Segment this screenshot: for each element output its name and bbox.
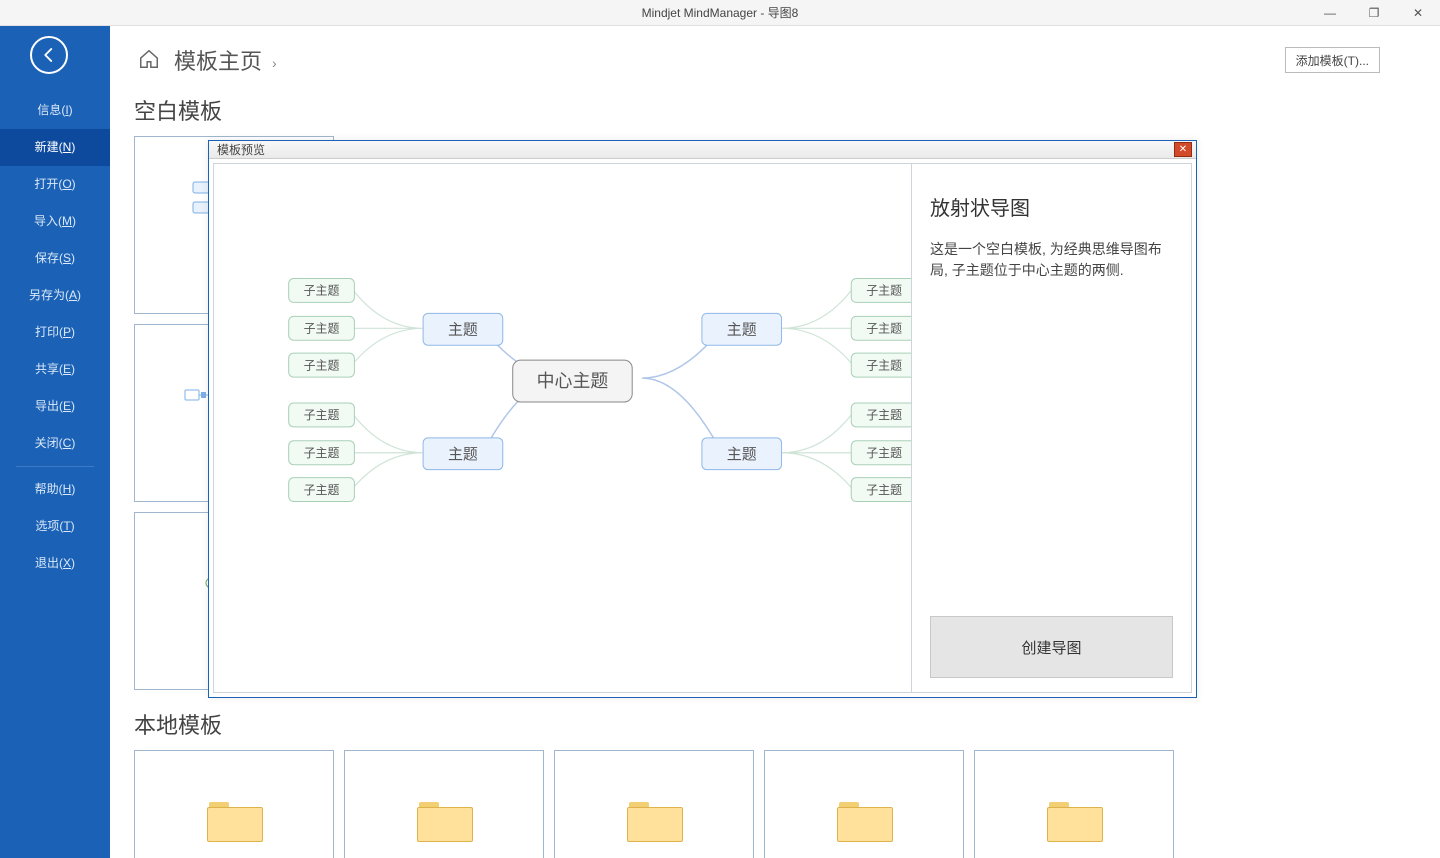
back-button[interactable] — [30, 36, 68, 74]
template-preview-canvas: 中心主题 主题主题主题主题 子主题子主题子主题子主题子主题子主题子主题子主题子主… — [213, 163, 912, 693]
folder-icon — [837, 802, 891, 840]
window-title: Mindjet MindManager - 导图8 — [642, 0, 799, 26]
svg-text:子主题: 子主题 — [866, 284, 902, 298]
section-title-local: 本地模板 — [134, 708, 1380, 740]
section-title-blank: 空白模板 — [134, 94, 1380, 126]
svg-text:子主题: 子主题 — [866, 408, 902, 422]
template-description: 这是一个空白模板, 为经典思维导图布局, 子主题位于中心主题的两侧. — [930, 239, 1173, 281]
nav-item-打开[interactable]: 打开(O) — [0, 166, 110, 203]
nav-item-选项[interactable]: 选项(T) — [0, 508, 110, 545]
svg-text:主题: 主题 — [448, 446, 478, 463]
nav-item-保存[interactable]: 保存(S) — [0, 240, 110, 277]
nav-item-导出[interactable]: 导出(E) — [0, 388, 110, 425]
minimize-button[interactable]: — — [1308, 0, 1352, 26]
svg-text:子主题: 子主题 — [866, 322, 902, 336]
close-button[interactable]: ✕ — [1396, 0, 1440, 26]
backstage-nav: 信息(I)新建(N)打开(O)导入(M)保存(S)另存为(A)打印(P)共享(E… — [0, 26, 110, 858]
folder-icon — [207, 802, 261, 840]
svg-text:子主题: 子主题 — [304, 359, 340, 373]
nav-item-新建[interactable]: 新建(N) — [0, 129, 110, 166]
nav-item-共享[interactable]: 共享(E) — [0, 351, 110, 388]
svg-text:子主题: 子主题 — [304, 322, 340, 336]
template-folder[interactable]: 战略规划 — [554, 750, 754, 858]
svg-text:中心主题: 中心主题 — [537, 371, 609, 391]
folder-icon — [627, 802, 681, 840]
svg-text:子主题: 子主题 — [866, 446, 902, 460]
arrow-left-icon — [40, 46, 58, 64]
svg-text:子主题: 子主题 — [866, 483, 902, 497]
header-bar: 模板主页 › 添加模板(T)... — [110, 26, 1440, 82]
nav-item-信息[interactable]: 信息(I) — [0, 92, 110, 129]
nav-item-另存为[interactable]: 另存为(A) — [0, 277, 110, 314]
nav-separator — [16, 466, 94, 467]
svg-text:子主题: 子主题 — [304, 483, 340, 497]
home-icon[interactable] — [138, 48, 160, 73]
maximize-button[interactable]: ❐ — [1352, 0, 1396, 26]
breadcrumb-home[interactable]: 模板主页 — [174, 44, 262, 76]
template-name: 放射状导图 — [930, 192, 1173, 221]
nav-item-导入[interactable]: 导入(M) — [0, 203, 110, 240]
template-info-panel: 放射状导图 这是一个空白模板, 为经典思维导图布局, 子主题位于中心主题的两侧.… — [912, 163, 1192, 693]
folder-icon — [1047, 802, 1101, 840]
svg-text:主题: 主题 — [448, 322, 478, 339]
svg-text:主题: 主题 — [727, 322, 757, 339]
dialog-title: 模板预览 — [217, 141, 265, 158]
window-buttons: — ❐ ✕ — [1308, 0, 1440, 26]
template-folder[interactable]: 个人生产力 — [134, 750, 334, 858]
create-map-button[interactable]: 创建导图 — [930, 616, 1173, 678]
dialog-titlebar[interactable]: 模板预览 ✕ — [209, 141, 1196, 159]
svg-text:子主题: 子主题 — [304, 284, 340, 298]
svg-text:主题: 主题 — [727, 446, 757, 463]
svg-text:子主题: 子主题 — [866, 359, 902, 373]
folder-icon — [417, 802, 471, 840]
nav-item-关闭[interactable]: 关闭(C) — [0, 425, 110, 462]
titlebar: Mindjet MindManager - 导图8 — ❐ ✕ — [0, 0, 1440, 26]
breadcrumb-arrow-icon: › — [272, 55, 277, 71]
template-folder[interactable]: 时间轴 — [764, 750, 964, 858]
nav-item-打印[interactable]: 打印(P) — [0, 314, 110, 351]
template-folder[interactable]: 会议和活动 — [344, 750, 544, 858]
template-preview-dialog: 模板预览 ✕ 中心主题 主题主题主题主题 子主题子主题子主题子主题子主题子主题子… — [208, 140, 1197, 698]
svg-text:子主题: 子主题 — [304, 446, 340, 460]
add-template-button[interactable]: 添加模板(T)... — [1285, 47, 1380, 73]
dialog-close-button[interactable]: ✕ — [1174, 142, 1192, 157]
nav-item-帮助[interactable]: 帮助(H) — [0, 471, 110, 508]
svg-text:子主题: 子主题 — [304, 408, 340, 422]
template-folder[interactable]: 流程图 — [974, 750, 1174, 858]
nav-item-退出[interactable]: 退出(X) — [0, 545, 110, 582]
